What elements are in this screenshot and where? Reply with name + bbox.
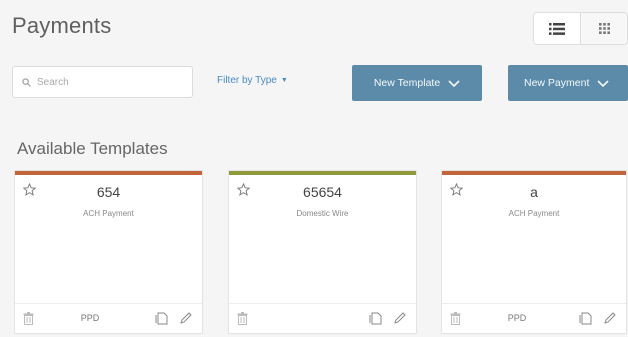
new-payment-label: New Payment bbox=[524, 77, 590, 89]
card-footer bbox=[229, 303, 416, 333]
template-code: PPD bbox=[507, 313, 527, 323]
list-icon bbox=[549, 22, 565, 35]
edit-icon[interactable] bbox=[179, 311, 192, 325]
new-payment-button[interactable]: New Payment bbox=[508, 65, 628, 101]
chevron-down-icon bbox=[448, 79, 460, 87]
card-accent-bar bbox=[229, 171, 416, 175]
card-accent-bar bbox=[442, 171, 626, 175]
list-view-button[interactable] bbox=[534, 13, 580, 44]
grid-view-button[interactable] bbox=[580, 13, 627, 44]
template-card[interactable]: 654 ACH Payment PPD bbox=[14, 170, 203, 334]
search-box bbox=[12, 66, 193, 98]
card-footer: PPD bbox=[442, 303, 626, 333]
edit-icon[interactable] bbox=[393, 311, 406, 325]
template-name: 65654 bbox=[303, 184, 342, 200]
view-toggle bbox=[533, 12, 628, 45]
caret-down-icon: ▼ bbox=[280, 77, 288, 84]
template-name: 654 bbox=[96, 184, 121, 200]
chevron-down-icon bbox=[597, 79, 609, 87]
grid-icon bbox=[598, 23, 610, 34]
template-type: Domestic Wire bbox=[296, 209, 349, 218]
copy-icon[interactable] bbox=[579, 311, 592, 325]
template-type: ACH Payment bbox=[508, 209, 560, 218]
filter-by-type-dropdown[interactable]: Filter by Type ▼ bbox=[217, 75, 288, 86]
card-footer: PPD bbox=[15, 303, 202, 333]
trash-icon[interactable] bbox=[237, 312, 248, 325]
copy-icon[interactable] bbox=[369, 311, 382, 325]
template-card[interactable]: 65654 Domestic Wire bbox=[228, 170, 417, 334]
template-card[interactable]: a ACH Payment PPD bbox=[441, 170, 627, 334]
edit-icon[interactable] bbox=[603, 311, 616, 325]
page-title: Payments bbox=[12, 13, 112, 38]
template-type: ACH Payment bbox=[83, 209, 134, 218]
new-template-button[interactable]: New Template bbox=[352, 65, 482, 101]
search-input[interactable] bbox=[37, 76, 187, 88]
search-icon bbox=[22, 77, 31, 87]
filter-label: Filter by Type bbox=[217, 75, 277, 86]
copy-icon[interactable] bbox=[155, 311, 168, 325]
new-template-label: New Template bbox=[373, 77, 441, 89]
card-accent-bar bbox=[15, 171, 202, 175]
section-title: Available Templates bbox=[17, 139, 168, 158]
template-code: PPD bbox=[80, 313, 100, 323]
template-name: a bbox=[530, 184, 538, 200]
